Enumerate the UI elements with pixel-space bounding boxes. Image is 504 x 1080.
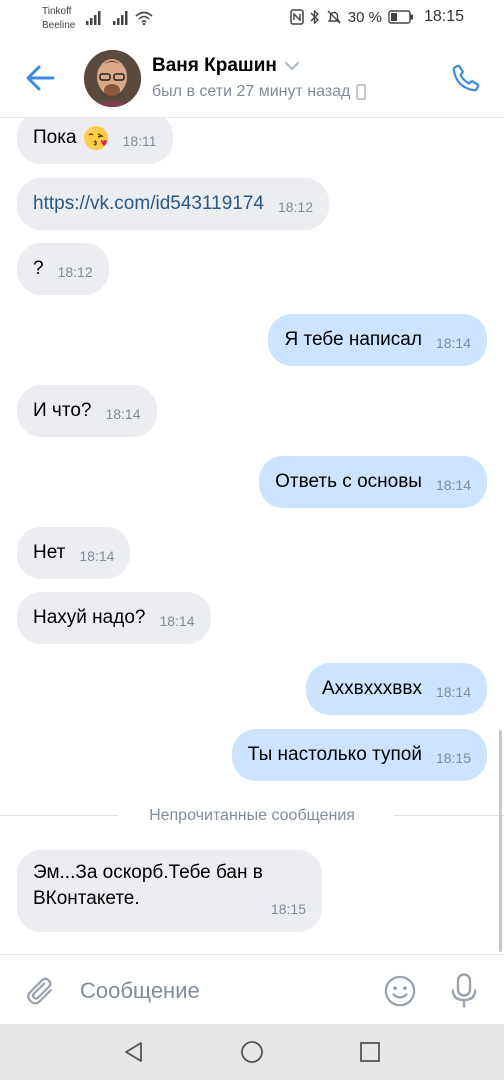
divider-line-right [394,815,504,816]
message-text: Аххвхххввх [321,678,422,699]
message-time: 18:15 [435,750,471,766]
avatar-image [84,50,141,107]
message-time: 18:14 [159,613,195,629]
message-bubble-incoming[interactable]: Нет 18:14 [17,527,131,579]
message-text: Я тебе написал [284,329,422,350]
status-bar: Tinkoff Beeline 30 % 18:15 [0,0,504,38]
back-arrow-icon [26,65,55,91]
sticker-button[interactable] [380,971,420,1011]
microphone-icon [451,973,477,1008]
message-input[interactable] [80,973,360,1009]
composer [0,954,504,1024]
kissing-face-emoji-icon [83,126,108,150]
message-text: И что? [33,400,92,421]
signal-2-icon [113,11,128,25]
last-seen-status: был в сети 27 минут назад [152,83,351,100]
message-bubble-incoming[interactable]: Пока 18:11 [17,118,173,164]
chevron-down-icon [284,61,299,70]
nav-recents-icon [360,1042,380,1062]
nav-home-icon [241,1041,263,1063]
battery-icon [388,10,413,24]
message-bubble-outgoing[interactable]: Ответь с основы 18:14 [259,456,487,508]
system-nav-bar [0,1024,504,1080]
chat-header: Ваня Крашин был в сети 27 минут назад [0,38,504,118]
contact-name: Ваня Крашин [152,55,277,76]
message-bubble-outgoing[interactable]: Аххвхххввх 18:14 [305,663,487,715]
clock: 18:15 [423,8,464,25]
call-button[interactable] [446,58,486,98]
wifi-icon [135,11,153,25]
carrier-1: Tinkoff [42,6,72,17]
unread-divider: Непрочитанные сообщения [0,796,504,836]
back-button[interactable] [20,60,60,96]
message-list[interactable]: Пока 18:11 https://vk.com/id543119174 18… [0,118,504,953]
voice-message-button[interactable] [444,971,484,1011]
carrier-2: Beeline [42,20,76,31]
unread-divider-label: Непрочитанные сообщения [137,807,367,825]
message-time: 18:14 [435,335,471,351]
bluetooth-icon [310,9,319,25]
phone-icon [452,64,480,92]
nfc-icon [290,9,304,25]
message-text: Нет [33,542,66,563]
message-text: Пока [33,127,77,148]
message-link[interactable]: https://vk.com/id543119174 [33,191,264,217]
divider-line-left [0,815,118,816]
nav-back-button[interactable] [114,1032,154,1072]
smile-icon [384,975,416,1007]
message-text: Ты настолько тупой [247,744,422,765]
message-text: Нахуй надо? [33,607,146,628]
paperclip-icon [27,977,52,1005]
contact-name-row[interactable]: Ваня Крашин [152,55,299,77]
message-bubble-incoming[interactable]: https://vk.com/id543119174 18:12 [17,178,330,230]
nav-back-icon [125,1042,142,1062]
carrier-names: Tinkoff Beeline [42,5,75,33]
message-time: 18:12 [277,199,314,215]
avatar[interactable] [84,50,141,107]
nav-home-button[interactable] [232,1032,272,1072]
attach-button[interactable] [20,971,60,1011]
mobile-device-icon [356,84,367,100]
message-bubble-incoming[interactable]: И что? 18:14 [17,385,157,437]
nav-recents-button[interactable] [350,1032,390,1072]
message-bubble-outgoing[interactable]: Я тебе написал 18:14 [268,314,487,366]
message-time: 18:12 [57,264,93,280]
message-time: 18:14 [435,684,471,700]
message-bubble-outgoing[interactable]: Ты настолько тупой 18:15 [231,729,487,781]
message-bubble-incoming[interactable]: Эм...За оскорб.Тебе бан в ВКонтакете. 18… [17,850,322,932]
last-seen-row: был в сети 27 минут назад [152,83,367,101]
message-bubble-incoming[interactable]: ? 18:12 [17,243,109,295]
status-icons: 30 % 18:15 [290,8,464,26]
signal-1-icon [86,11,101,25]
message-time: 18:14 [435,477,471,493]
message-bubble-incoming[interactable]: Нахуй надо? 18:14 [17,592,211,644]
message-text: ? [33,258,44,279]
mute-bell-icon [327,10,341,24]
battery-percent: 30 % [347,8,382,26]
message-time: 18:14 [79,548,115,564]
message-text: Ответь с основы [275,471,422,492]
message-time: 18:14 [105,406,141,422]
scrollbar[interactable] [499,730,502,952]
message-time: 18:15 [270,901,306,917]
message-time: 18:11 [122,133,157,149]
